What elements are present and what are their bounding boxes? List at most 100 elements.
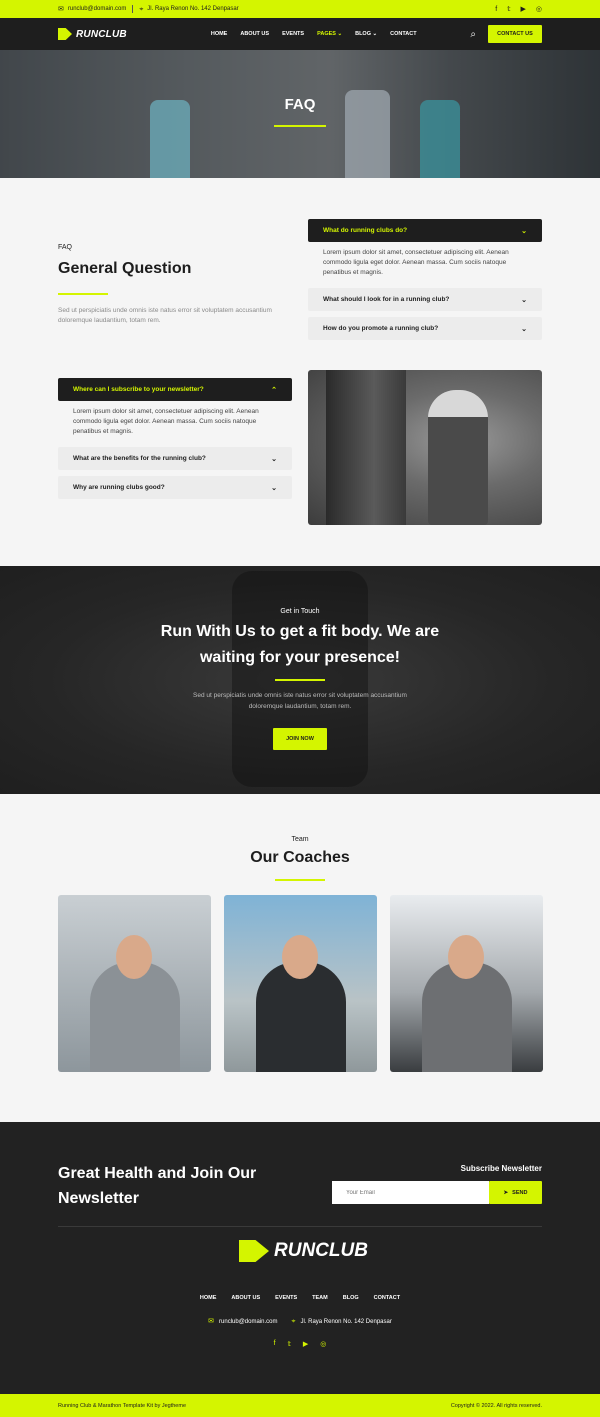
coach-card[interactable] xyxy=(57,895,211,1072)
faq-question-text: What should I look for in a running club… xyxy=(323,296,450,304)
send-button[interactable]: ➤ SEND xyxy=(489,1181,542,1204)
faq-item-question[interactable]: What do running clubs do? ⌄ xyxy=(308,219,542,242)
coaches-grid xyxy=(57,895,543,1072)
hero-image-runner xyxy=(420,100,460,178)
footer-email[interactable]: ✉ runclub@domain.com xyxy=(208,1318,277,1325)
chevron-down-icon: ⌄ xyxy=(521,227,527,235)
twitter-icon[interactable]: 𝕥 xyxy=(507,6,510,13)
faq-section: FAQ General Question Sed ut perspiciatis… xyxy=(0,178,600,566)
copyright-text: Copyright © 2022. All rights reserved. xyxy=(450,1402,542,1409)
chevron-down-icon: ⌄ xyxy=(337,31,343,37)
footer-link-blog[interactable]: BLOG xyxy=(343,1295,359,1301)
footer-email-text: runclub@domain.com xyxy=(219,1319,278,1325)
coach-photo-head xyxy=(281,935,318,979)
coach-photo-head xyxy=(115,935,152,979)
nav-item-pages[interactable]: PAGES ⌄ xyxy=(317,31,342,37)
topbar-email[interactable]: ✉ runclub@domain.com xyxy=(58,6,126,13)
join-now-button[interactable]: JOIN NOW xyxy=(273,727,327,750)
footer-headline: Great Health and Join Our Newsletter xyxy=(58,1165,257,1207)
footer-divider xyxy=(58,1226,542,1227)
title-underline xyxy=(274,124,326,127)
faq-item-question[interactable]: Where can I subscribe to your newsletter… xyxy=(58,378,292,401)
mail-icon: ✉ xyxy=(58,5,64,13)
search-icon[interactable]: ⌕ xyxy=(470,29,476,40)
facebook-icon[interactable]: f xyxy=(274,1340,276,1348)
nav-item-about[interactable]: ABOUT US xyxy=(240,31,269,37)
nav-item-blog[interactable]: BLOG ⌄ xyxy=(355,31,377,37)
mail-icon: ✉ xyxy=(208,1318,215,1325)
footer-contact: ✉ runclub@domain.com ⌖ Jl. Raya Renon No. … xyxy=(0,1318,600,1325)
cta-subtitle: Get in Touch xyxy=(280,608,320,615)
footer-link-events[interactable]: EVENTS xyxy=(275,1295,297,1301)
youtube-icon[interactable]: ▶ xyxy=(303,1340,308,1348)
footer-logo-text: RUNCLUB xyxy=(274,1240,368,1261)
section-heading: General Question xyxy=(58,260,192,277)
location-pin-icon: ⌖ xyxy=(291,1318,296,1325)
team-subtitle: Team xyxy=(291,836,309,843)
email-field[interactable] xyxy=(332,1181,489,1204)
cta-section: Get in Touch Run With Us to get a fit bo… xyxy=(0,566,600,794)
footer-link-home[interactable]: HOME xyxy=(200,1295,217,1301)
page-hero: FAQ xyxy=(0,50,600,178)
team-title: Our Coaches xyxy=(250,849,350,866)
topbar-email-text: runclub@domain.com xyxy=(67,6,127,12)
team-underline xyxy=(275,879,325,881)
location-pin-icon: ⌖ xyxy=(139,5,144,13)
faq-accordion-right: What do running clubs do? ⌄ Lorem ipsum … xyxy=(308,219,542,346)
section-description: Sed ut perspiciatis unde omnis iste natu… xyxy=(58,307,272,324)
footer-menu: HOME ABOUT US EVENTS TEAM BLOG CONTACT xyxy=(0,1295,600,1301)
faq-item-question[interactable]: What should I look for in a running club… xyxy=(308,288,542,312)
faq-photo xyxy=(308,370,542,525)
faq-answer: Lorem ipsum dolor sit amet, consectetuer… xyxy=(73,408,259,436)
hero-image-runner xyxy=(345,90,390,178)
heading-underline xyxy=(58,293,108,295)
facebook-icon[interactable]: f xyxy=(495,6,497,13)
top-bar: ✉ runclub@domain.com ⌖ Jl. Raya Renon No… xyxy=(0,0,600,18)
team-section: Team Our Coaches xyxy=(0,794,600,1122)
faq-item-question[interactable]: What are the benefits for the running cl… xyxy=(58,447,292,471)
faq-answer: Lorem ipsum dolor sit amet, consectetuer… xyxy=(323,249,509,277)
bottom-bar: Running Club & Marathon Template Kit by … xyxy=(0,1394,600,1417)
contact-us-button[interactable]: CONTACT US xyxy=(488,25,542,43)
logo-text: RUNCLUB xyxy=(76,28,127,40)
nav-item-blog-label: BLOG xyxy=(355,31,371,37)
chevron-down-icon: ⌄ xyxy=(521,296,527,304)
newsletter-form: ➤SEND xyxy=(332,1181,542,1204)
instagram-icon[interactable]: ◎ xyxy=(320,1340,326,1348)
nav-menu: HOME ABOUT US EVENTS PAGES ⌄ BLOG ⌄ CONT… xyxy=(211,31,417,37)
coach-card[interactable] xyxy=(223,895,377,1072)
logo[interactable]: RUNCLUB xyxy=(58,28,127,40)
faq-item-question[interactable]: Why are running clubs good? ⌄ xyxy=(58,476,292,500)
chevron-down-icon: ⌄ xyxy=(271,484,277,492)
footer-link-about[interactable]: ABOUT US xyxy=(231,1295,260,1301)
runclub-logo-icon xyxy=(58,28,72,40)
nav-item-contact[interactable]: CONTACT xyxy=(390,31,416,37)
nav-item-events[interactable]: EVENTS xyxy=(282,31,304,37)
twitter-icon[interactable]: 𝕥 xyxy=(288,1340,291,1348)
divider xyxy=(132,5,134,13)
send-icon: ➤ xyxy=(503,1189,509,1196)
coach-card[interactable] xyxy=(389,895,543,1072)
chevron-up-icon: ⌃ xyxy=(271,386,277,394)
chevron-down-icon: ⌄ xyxy=(521,325,527,333)
faq-question-text: What are the benefits for the running cl… xyxy=(73,455,206,463)
youtube-icon[interactable]: ▶ xyxy=(521,6,526,13)
photo-tree xyxy=(326,370,406,525)
nav-item-home[interactable]: HOME xyxy=(211,31,228,37)
faq-accordion-left: Where can I subscribe to your newsletter… xyxy=(58,378,292,505)
footer-logo[interactable]: RUNCLUB xyxy=(239,1240,368,1262)
send-label: SEND xyxy=(512,1189,528,1196)
runclub-logo-icon xyxy=(239,1240,269,1262)
faq-item-question[interactable]: How do you promote a running club? ⌄ xyxy=(308,317,542,341)
faq-question-text: Where can I subscribe to your newsletter… xyxy=(73,386,204,393)
credit-text: Running Club & Marathon Template Kit by … xyxy=(58,1402,186,1409)
topbar-social: f 𝕥 ▶ ◎ xyxy=(495,6,542,13)
footer-link-contact[interactable]: CONTACT xyxy=(374,1295,400,1301)
footer-link-team[interactable]: TEAM xyxy=(312,1295,328,1301)
footer-address: ⌖ Jl. Raya Renon No. 142 Denpasar xyxy=(291,1318,391,1325)
footer: Great Health and Join Our Newsletter Sub… xyxy=(0,1122,600,1394)
footer-address-text: Jl. Raya Renon No. 142 Denpasar xyxy=(300,1319,392,1325)
nav-item-pages-label: PAGES xyxy=(317,31,336,37)
instagram-icon[interactable]: ◎ xyxy=(536,6,542,13)
cta-title: Run With Us to get a fit body. We are wa… xyxy=(160,623,440,666)
